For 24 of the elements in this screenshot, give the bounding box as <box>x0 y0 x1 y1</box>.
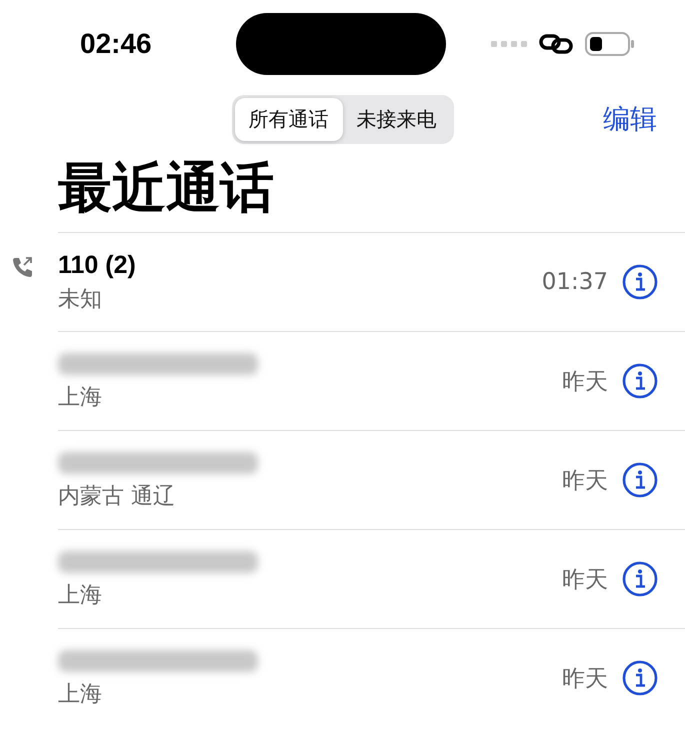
link-icon <box>539 33 573 55</box>
caller-location: 上海 <box>58 681 103 709</box>
call-time: 昨天 <box>562 466 608 496</box>
call-time: 昨天 <box>562 368 608 396</box>
info-icon[interactable] <box>622 462 658 498</box>
caller-location: 内蒙古 通辽 <box>58 483 176 511</box>
edit-button[interactable]: 编辑 <box>603 101 657 137</box>
signal-dots-icon <box>491 40 527 48</box>
segment-tab[interactable]: 未接来电 <box>342 98 450 140</box>
info-icon[interactable] <box>622 660 658 696</box>
info-icon[interactable] <box>622 264 658 300</box>
call-time: 昨天 <box>562 566 608 594</box>
battery-icon <box>585 32 635 56</box>
status-time: 02:46 <box>80 28 152 60</box>
caller-location: 上海 <box>58 582 103 610</box>
caller-location: 上海 <box>58 384 103 412</box>
call-time: 01:37 <box>542 269 608 295</box>
call-time: 昨天 <box>562 664 608 694</box>
segment-tab[interactable]: 所有通话 <box>234 98 342 140</box>
info-icon[interactable] <box>622 363 658 399</box>
info-icon[interactable] <box>622 561 658 597</box>
caller-location: 未知 <box>58 286 103 314</box>
caller-number: 110 (2) <box>58 250 137 280</box>
page-title: 最近通话 <box>58 156 275 220</box>
